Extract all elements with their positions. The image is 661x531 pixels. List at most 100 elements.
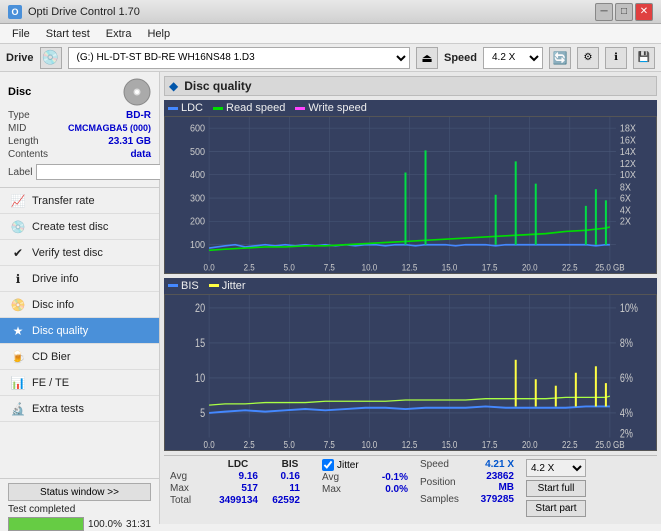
speed-dropdown-select[interactable]: 4.2 X [526,459,586,477]
transfer-rate-label: Transfer rate [32,195,95,207]
svg-text:25.0 GB: 25.0 GB [595,438,624,449]
svg-text:22.5: 22.5 [562,262,578,273]
legend-read-speed: Read speed [213,102,285,114]
svg-text:10: 10 [195,372,205,384]
create-test-disc-icon: 💿 [10,219,26,235]
samples-label: Samples [420,494,464,505]
minimize-button[interactable]: ─ [595,3,613,21]
svg-text:15: 15 [195,337,205,349]
svg-text:4%: 4% [620,407,633,419]
legend-ldc: LDC [168,102,203,114]
save-button[interactable]: 💾 [633,47,655,69]
sidebar-item-cd-bier[interactable]: 🍺 CD Bier [0,344,159,370]
bottom-chart-svg: 20 15 10 5 10% 8% 6% 4% 2% 0.0 2.5 5.0 7… [165,295,656,451]
disc-info-icon: 📀 [10,297,26,313]
maximize-button[interactable]: □ [615,3,633,21]
avg-ldc: 9.16 [212,471,258,482]
menu-help[interactable]: Help [139,26,178,42]
chart-header: ◆ Disc quality [164,76,657,96]
svg-text:8%: 8% [620,337,633,349]
svg-text:17.5: 17.5 [482,262,498,273]
disc-length-value: 23.31 GB [108,136,151,147]
disc-mid-value: CMCMAGBA5 (000) [68,123,151,134]
disc-mid-label: MID [8,123,26,134]
progress-bar-inner [9,518,83,530]
legend-write-speed: Write speed [295,102,367,114]
sidebar-item-drive-info[interactable]: ℹ Drive info [0,266,159,292]
sidebar-item-disc-quality[interactable]: ★ Disc quality [0,318,159,344]
speed-row: Speed 4.21 X [420,459,514,470]
eject-button[interactable]: ⏏ [416,47,438,69]
disc-label-input[interactable] [36,164,174,180]
fe-te-label: FE / TE [32,377,69,389]
sidebar-item-disc-info[interactable]: 📀 Disc info [0,292,159,318]
sidebar-item-fe-te[interactable]: 📊 FE / TE [0,370,159,396]
disc-quality-label: Disc quality [32,325,88,337]
svg-text:20.0: 20.0 [522,438,538,449]
top-chart-svg: 600 500 400 300 200 100 18X 16X 14X 12X … [165,117,656,273]
legend-ldc-label: LDC [181,102,203,114]
svg-text:10%: 10% [620,302,638,314]
svg-text:12X: 12X [620,159,637,171]
refresh-button[interactable]: 🔄 [549,47,571,69]
stats-bar: LDC BIS Avg 9.16 0.16 Max 517 11 Total 3… [164,455,657,520]
sidebar-item-extra-tests[interactable]: 🔬 Extra tests [0,396,159,422]
jitter-max-val: 0.0% [362,484,408,495]
disc-type-value: BD-R [126,110,151,121]
jitter-avg-row: Avg -0.1% [322,472,408,483]
sidebar-item-create-test-disc[interactable]: 💿 Create test disc [0,214,159,240]
svg-text:400: 400 [190,170,205,182]
spacer [170,459,206,470]
progress-bar-outer [8,517,84,531]
start-full-button[interactable]: Start full [526,480,586,497]
write-speed-color [295,107,305,110]
status-text: Test completed [8,504,75,515]
svg-text:10.0: 10.0 [362,262,378,273]
disc-label-row: Label 🔍 [8,163,151,181]
svg-text:14X: 14X [620,146,637,158]
total-bis: 62592 [264,495,300,506]
nav-items: 📈 Transfer rate 💿 Create test disc ✔ Ver… [0,188,159,478]
verify-test-disc-label: Verify test disc [32,247,103,259]
status-progress-row: Test completed [8,504,151,515]
menu-file[interactable]: File [4,26,38,42]
jitter-avg-label: Avg [322,472,358,483]
disc-type-row: Type BD-R [8,110,151,121]
position-value: 23862 MB [468,471,514,493]
legend-jitter-label: Jitter [222,280,246,292]
svg-text:18X: 18X [620,123,637,135]
sidebar-item-verify-test-disc[interactable]: ✔ Verify test disc [0,240,159,266]
create-test-disc-label: Create test disc [32,221,108,233]
ldc-color [168,107,178,110]
settings-button[interactable]: ⚙ [577,47,599,69]
svg-text:7.5: 7.5 [324,438,335,449]
jitter-color [209,284,219,287]
jitter-max-label: Max [322,484,358,495]
app-title: Opti Drive Control 1.70 [28,6,140,18]
speed-label: Speed [420,459,464,470]
sidebar-item-transfer-rate[interactable]: 📈 Transfer rate [0,188,159,214]
bis-header: BIS [270,459,310,470]
drive-label: Drive [6,52,34,64]
jitter-header-label: Jitter [337,460,359,471]
menu-start-test[interactable]: Start test [38,26,98,42]
start-part-button[interactable]: Start part [526,500,586,517]
close-button[interactable]: ✕ [635,3,653,21]
disc-contents-label: Contents [8,149,48,160]
menu-extra[interactable]: Extra [98,26,140,42]
speed-value: 4.21 X [468,459,514,470]
jitter-max-row: Max 0.0% [322,484,408,495]
speed-select[interactable]: 4.2 X [483,47,543,69]
disc-info-label: Disc info [32,299,74,311]
jitter-checkbox[interactable] [322,459,334,471]
total-label: Total [170,495,206,506]
stats-columns: LDC BIS Avg 9.16 0.16 Max 517 11 Total 3… [170,459,310,506]
disc-svg-icon [123,78,151,106]
jitter-section: Jitter Avg -0.1% Max 0.0% [322,459,408,495]
status-window-button[interactable]: Status window >> [8,483,151,501]
fe-te-icon: 📊 [10,375,26,391]
info-button[interactable]: ℹ [605,47,627,69]
disc-quality-icon: ★ [10,323,26,339]
legend-bis-label: BIS [181,280,199,292]
drive-select[interactable]: (G:) HL-DT-ST BD-RE WH16NS48 1.D3 [68,47,410,69]
